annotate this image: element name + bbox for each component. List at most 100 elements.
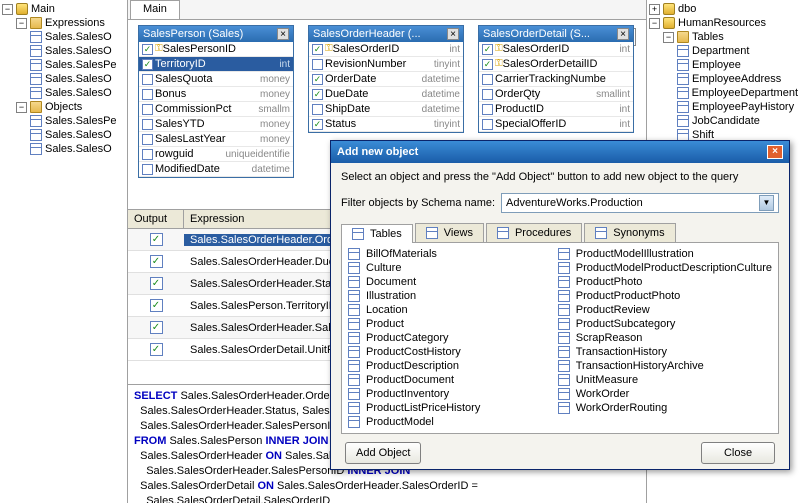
list-item[interactable]: ProductSubcategory: [556, 317, 774, 331]
list-item[interactable]: UnitMeasure: [556, 373, 774, 387]
close-icon[interactable]: ×: [447, 28, 459, 40]
table-header[interactable]: SalesOrderHeader (...×: [309, 26, 463, 42]
list-item[interactable]: ProductModelIllustration: [556, 247, 774, 261]
table-column[interactable]: SpecialOfferIDint: [479, 117, 633, 132]
column-checkbox[interactable]: ✓: [312, 89, 323, 100]
close-button[interactable]: Close: [701, 442, 775, 464]
dialog-tab-procedures[interactable]: Procedures: [486, 223, 582, 242]
list-item[interactable]: TransactionHistoryArchive: [556, 359, 774, 373]
column-checkbox[interactable]: [142, 104, 153, 115]
table-column[interactable]: ✓Statustinyint: [309, 117, 463, 132]
tab-main[interactable]: Main: [130, 0, 180, 19]
schema-filter-combo[interactable]: AdventureWorks.Production ▼: [501, 193, 779, 213]
table-column[interactable]: SalesYTDmoney: [139, 117, 293, 132]
table-header[interactable]: SalesPerson (Sales)×: [139, 26, 293, 42]
column-checkbox[interactable]: [482, 74, 493, 85]
tree-item[interactable]: Sales.SalesO: [30, 142, 125, 156]
collapse-icon[interactable]: −: [16, 18, 27, 29]
table-window[interactable]: SalesPerson (Sales)×✓⚿SalesPersonID✓Terr…: [138, 25, 294, 178]
table-column[interactable]: Bonusmoney: [139, 87, 293, 102]
list-item[interactable]: Culture: [346, 261, 556, 275]
list-item[interactable]: BillOfMaterials: [346, 247, 556, 261]
expand-icon[interactable]: +: [649, 4, 660, 15]
list-item[interactable]: ProductReview: [556, 303, 774, 317]
table-column[interactable]: ✓DueDatedatetime: [309, 87, 463, 102]
table-window[interactable]: SalesOrderHeader (...×✓⚿SalesOrderIDintR…: [308, 25, 464, 133]
table-column[interactable]: CarrierTrackingNumbe: [479, 72, 633, 87]
tree-item[interactable]: Sales.SalesPe: [30, 58, 125, 72]
tree-table[interactable]: EmployeeAddress: [649, 72, 798, 86]
column-checkbox[interactable]: [142, 119, 153, 130]
left-tree[interactable]: − Main − Expressions Sales.SalesOSales.S…: [0, 0, 128, 503]
dialog-tab-tables[interactable]: Tables: [341, 224, 413, 243]
table-column[interactable]: ✓OrderDatedatetime: [309, 72, 463, 87]
list-item[interactable]: WorkOrder: [556, 387, 774, 401]
close-icon[interactable]: ×: [277, 28, 289, 40]
list-item[interactable]: Location: [346, 303, 556, 317]
tree-item[interactable]: Sales.SalesO: [30, 128, 125, 142]
table-column[interactable]: ShipDatedatetime: [309, 102, 463, 117]
column-checkbox[interactable]: ✓: [312, 74, 323, 85]
table-column[interactable]: SalesLastYearmoney: [139, 132, 293, 147]
col-output[interactable]: Output: [128, 210, 184, 228]
column-checkbox[interactable]: [482, 104, 493, 115]
column-checkbox[interactable]: ✓: [312, 119, 323, 130]
tree-item[interactable]: Sales.SalesO: [30, 72, 125, 86]
table-column[interactable]: rowguiduniqueidentifie: [139, 147, 293, 162]
list-item[interactable]: WorkOrderRouting: [556, 401, 774, 415]
tree-table[interactable]: Department: [649, 44, 798, 58]
tree-root-main[interactable]: − Main: [2, 2, 125, 16]
table-column[interactable]: RevisionNumbertinyint: [309, 57, 463, 72]
column-checkbox[interactable]: [142, 134, 153, 145]
table-column[interactable]: CommissionPctsmallm: [139, 102, 293, 117]
list-item[interactable]: TransactionHistory: [556, 345, 774, 359]
chevron-down-icon[interactable]: ▼: [759, 195, 774, 211]
column-checkbox[interactable]: [482, 89, 493, 100]
list-item[interactable]: ProductInventory: [346, 387, 556, 401]
add-object-button[interactable]: Add Object: [345, 442, 421, 464]
tree-item[interactable]: Sales.SalesO: [30, 30, 125, 44]
column-checkbox[interactable]: [142, 89, 153, 100]
output-checkbox[interactable]: ✓: [150, 321, 163, 334]
list-item[interactable]: ProductCategory: [346, 331, 556, 345]
list-item[interactable]: Product: [346, 317, 556, 331]
table-column[interactable]: ✓⚿SalesOrderIDint: [309, 42, 463, 57]
collapse-icon[interactable]: −: [16, 102, 27, 113]
tree-table[interactable]: EmployeePayHistory: [649, 100, 798, 114]
tree-table[interactable]: Employee: [649, 58, 798, 72]
tree-expressions[interactable]: − Expressions: [2, 16, 125, 30]
column-checkbox[interactable]: ✓: [312, 44, 323, 55]
table-column[interactable]: ModifiedDatedatetime: [139, 162, 293, 177]
tree-schema[interactable]: +dbo: [649, 2, 798, 16]
collapse-icon[interactable]: −: [2, 4, 13, 15]
list-item[interactable]: ProductPhoto: [556, 275, 774, 289]
table-column[interactable]: ✓⚿SalesPersonID: [139, 42, 293, 57]
tree-table[interactable]: JobCandidate: [649, 114, 798, 128]
column-checkbox[interactable]: [142, 74, 153, 85]
column-checkbox[interactable]: ✓: [142, 59, 153, 70]
tree-item[interactable]: Sales.SalesPe: [30, 114, 125, 128]
column-checkbox[interactable]: ✓: [482, 59, 493, 70]
list-item[interactable]: ProductDescription: [346, 359, 556, 373]
table-column[interactable]: SalesQuotamoney: [139, 72, 293, 87]
output-checkbox[interactable]: ✓: [150, 233, 163, 246]
table-column[interactable]: ✓TerritoryIDint: [139, 57, 293, 72]
list-item[interactable]: ProductModelProductDescriptionCulture: [556, 261, 774, 275]
tree-objects[interactable]: − Objects: [2, 100, 125, 114]
list-item[interactable]: ProductDocument: [346, 373, 556, 387]
list-item[interactable]: Document: [346, 275, 556, 289]
table-header[interactable]: SalesOrderDetail (S...×: [479, 26, 633, 42]
tree-table[interactable]: EmployeeDepartment: [649, 86, 798, 100]
column-checkbox[interactable]: [142, 149, 153, 160]
table-column[interactable]: ✓⚿SalesOrderIDint: [479, 42, 633, 57]
tree-tables[interactable]: −Tables: [649, 30, 798, 44]
table-column[interactable]: ProductIDint: [479, 102, 633, 117]
tree-item[interactable]: Sales.SalesO: [30, 86, 125, 100]
dialog-tab-views[interactable]: Views: [415, 223, 484, 242]
output-checkbox[interactable]: ✓: [150, 343, 163, 356]
column-checkbox[interactable]: [142, 164, 153, 175]
table-column[interactable]: OrderQtysmallint: [479, 87, 633, 102]
list-item[interactable]: ScrapReason: [556, 331, 774, 345]
collapse-icon[interactable]: −: [663, 32, 674, 43]
list-item[interactable]: Illustration: [346, 289, 556, 303]
